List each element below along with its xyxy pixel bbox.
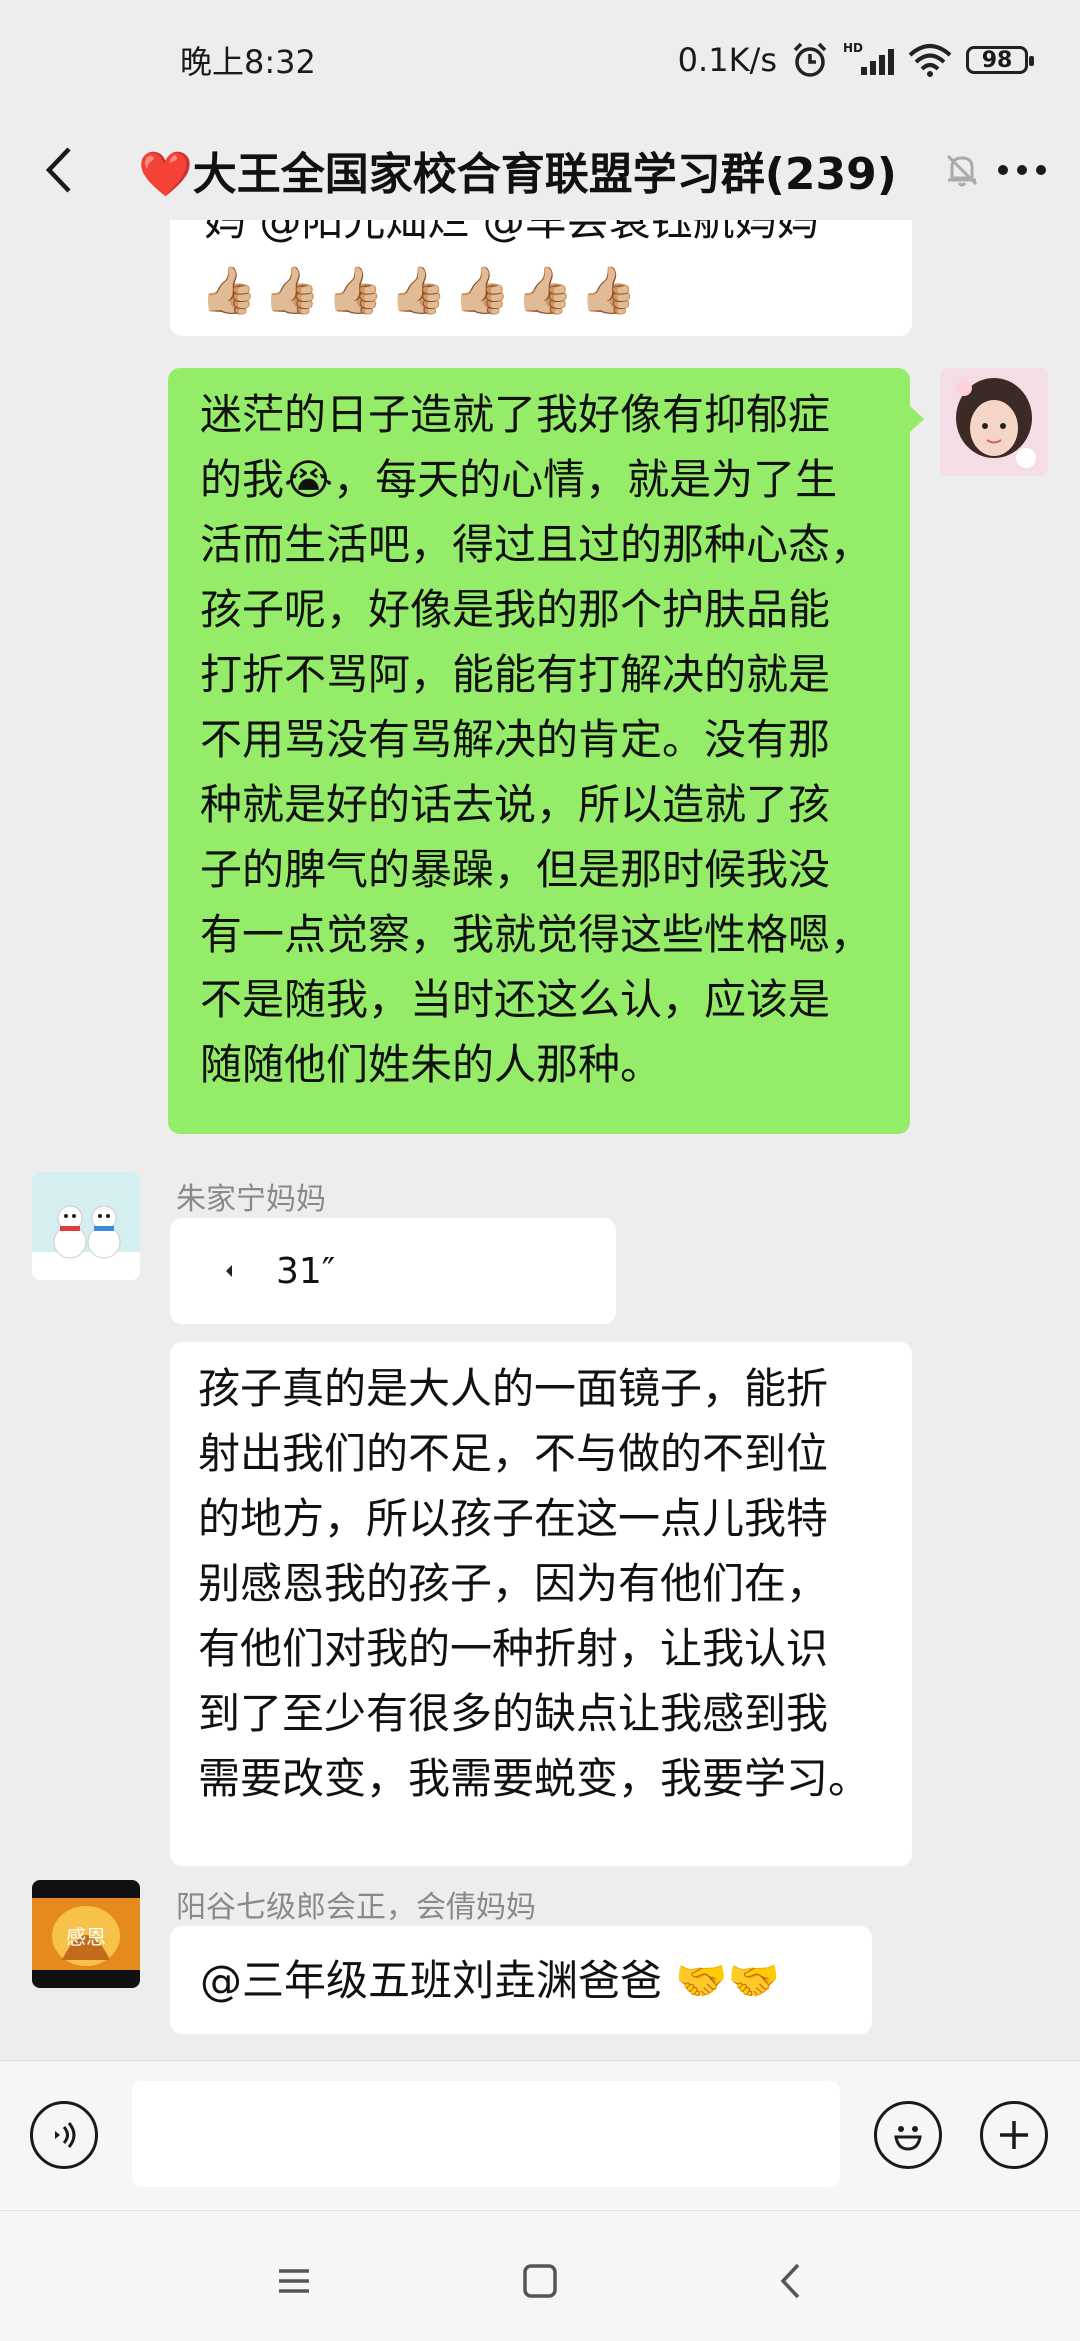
mute-bell-icon	[932, 140, 992, 200]
voice-icon	[55, 2122, 76, 2148]
message-bubble[interactable]: @三年级五班刘垚渊爸爸 🤝🤝	[170, 1926, 872, 2034]
home-nav-button[interactable]	[510, 2251, 570, 2311]
status-icons: 0.1K/s HD 98	[677, 41, 1034, 79]
chat-title: ❤️大王全国家校合育联盟学习群(239)	[138, 149, 897, 200]
own-avatar[interactable]	[940, 368, 1048, 476]
voice-duration: 31″	[276, 1250, 336, 1292]
message-line: 需要改变，我需要蜕变，我要学习。	[198, 1754, 871, 1803]
message-bubble[interactable]: 孩子真的是大人的一面镜子，能折 射出我们的不足，不与做的不到位 的地方，所以孩子…	[170, 1342, 912, 1866]
message-line: 随随他们姓朱的人那种。	[200, 1040, 663, 1089]
sender-avatar[interactable]	[32, 1172, 140, 1280]
back-triangle-icon	[780, 2263, 800, 2299]
back-button[interactable]	[28, 140, 88, 200]
message-line: 孩子真的是大人的一面镜子，能折	[198, 1364, 829, 1413]
more-options-button[interactable]	[992, 140, 1052, 200]
message-bubble-own[interactable]: 迷茫的日子造就了我好像有抑郁症 的我😭，每天的心情，就是为了生 活而生活吧，得过…	[168, 368, 910, 1134]
chat-messages[interactable]: 妈 @阳光灿烂 @车尝袁钰航妈妈 👍🏼👍🏼👍🏼👍🏼👍🏼👍🏼👍🏼 迷茫的日子造就了…	[0, 220, 1080, 2060]
message-line: 不是随我，当时还这么认，应该是	[200, 975, 831, 1024]
avatar-girl-image	[940, 368, 1048, 476]
message-line: 迷茫的日子造就了我好像有抑郁症	[200, 390, 831, 439]
plus-icon	[1000, 2121, 1028, 2149]
message-line: 打折不骂阿，能能有打解决的就是	[200, 650, 831, 699]
message-line: 有他们对我的一种折射，让我认识	[198, 1624, 829, 1673]
smiley-icon	[894, 2126, 922, 2151]
message-input-bar	[0, 2060, 1080, 2211]
more-functions-button[interactable]	[980, 2101, 1048, 2169]
voice-input-button[interactable]	[30, 2101, 98, 2169]
voice-wave-icon	[226, 1265, 232, 1277]
message-line: 射出我们的不足，不与做的不到位	[198, 1429, 829, 1478]
message-text: 👍🏼👍🏼👍🏼👍🏼👍🏼👍🏼👍🏼	[200, 263, 643, 317]
battery-level: 98	[981, 47, 1013, 73]
message-line: 孩子呢，好像是我的那个护肤品能	[200, 585, 831, 634]
message-line: 子的脾气的暴躁，但是那时候我没	[200, 845, 831, 894]
network-type-label: HD	[843, 41, 864, 55]
bubble-tail	[910, 406, 924, 432]
system-nav-bar	[0, 2210, 1080, 2341]
avatar-snowmen-image	[32, 1172, 140, 1280]
message-partial-line: 妈 @阳光灿烂 @车尝袁钰航妈妈	[204, 220, 819, 245]
sender-avatar[interactable]: 感恩	[32, 1880, 140, 1988]
net-speed: 0.1K/s	[677, 41, 777, 79]
sender-name: 阳谷七级郎会正，会倩妈妈	[176, 1890, 536, 1925]
home-square-icon	[523, 2264, 557, 2298]
message-line: 的地方，所以孩子在这一点儿我特	[198, 1494, 829, 1543]
battery-icon: 98	[966, 46, 1034, 74]
chevron-left-icon	[45, 147, 71, 193]
emoji-button[interactable]	[874, 2101, 942, 2169]
more-dots-icon	[998, 165, 1046, 175]
status-bar: 晚上8:32 0.1K/s HD 98	[0, 0, 1080, 120]
message-line: 到了至少有很多的缺点让我感到我	[198, 1689, 829, 1738]
chat-header: ❤️大王全国家校合育联盟学习群(239)	[0, 120, 1080, 220]
message-line: 不用骂没有骂解决的肯定。没有那	[200, 715, 831, 764]
status-time: 晚上8:32	[180, 43, 316, 81]
voice-message-bubble[interactable]: 31″	[170, 1218, 616, 1324]
avatar-thanks-image: 感恩	[32, 1880, 140, 1988]
avatar-caption: 感恩	[66, 1925, 106, 1949]
message-line: 的我😭，每天的心情，就是为了生	[200, 455, 838, 504]
wifi-icon	[908, 44, 952, 77]
sender-name: 朱家宁妈妈	[176, 1182, 326, 1217]
menu-nav-button[interactable]	[264, 2251, 324, 2311]
message-line: 有一点觉察，我就觉得这些性格嗯，	[200, 910, 873, 959]
message-bubble-thumbs[interactable]: 妈 @阳光灿烂 @车尝袁钰航妈妈 👍🏼👍🏼👍🏼👍🏼👍🏼👍🏼👍🏼	[170, 220, 912, 336]
back-nav-button[interactable]	[760, 2251, 820, 2311]
message-line: 活而生活吧，得过且过的那种心态，	[200, 520, 873, 569]
message-input[interactable]	[132, 2081, 840, 2187]
message-text: @三年级五班刘垚渊爸爸 🤝🤝	[200, 1955, 780, 2005]
alarm-icon	[793, 42, 827, 77]
message-line: 别感恩我的孩子，因为有他们在，	[198, 1559, 829, 1608]
message-line: 种就是好的话去说，所以造就了孩	[200, 780, 831, 829]
menu-icon	[279, 2269, 309, 2293]
signal-icon: HD	[843, 41, 894, 75]
